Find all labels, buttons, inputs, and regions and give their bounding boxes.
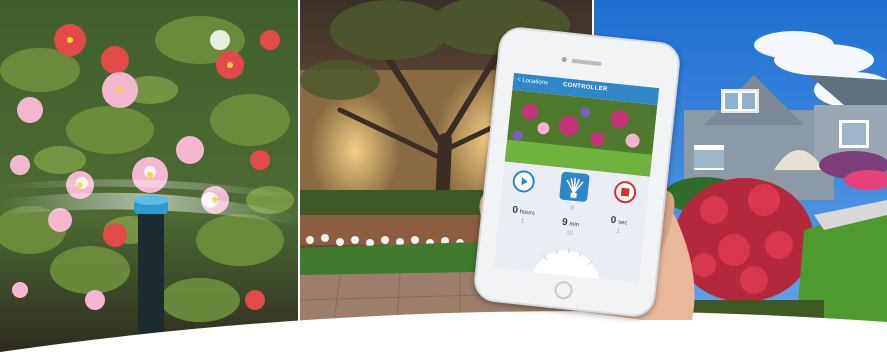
app-title: CONTROLLER [562, 82, 608, 93]
play-icon [521, 177, 528, 186]
speaker-slot [571, 58, 602, 66]
sec-label: sec [617, 219, 628, 227]
hours-label: hours [519, 209, 535, 217]
home-button[interactable] [553, 280, 574, 301]
banner-collage: < Locations CONTROLLER 0hours 1 8 9min 1… [0, 0, 887, 355]
sec-column[interactable]: 0sec 1 [598, 209, 640, 238]
hours-above [505, 199, 545, 203]
min-value: 9 [561, 216, 569, 229]
sprinkler-button[interactable] [559, 171, 590, 203]
min-above: 8 [570, 205, 575, 212]
sec-below: 1 [616, 228, 620, 235]
stop-icon [620, 187, 630, 197]
sec-above [600, 209, 640, 213]
garden-thumbnail [504, 89, 658, 177]
camera-dot [561, 56, 567, 63]
bottom-wave [0, 311, 887, 355]
min-below: 10 [565, 230, 574, 237]
hours-value: 0 [511, 204, 519, 217]
hours-below: 1 [520, 218, 525, 225]
play-button[interactable] [511, 169, 536, 194]
back-link[interactable]: < Locations [517, 77, 548, 86]
min-column[interactable]: 8 9min 10 [549, 204, 592, 240]
min-label: min [569, 221, 580, 229]
sun-gauge-icon [530, 247, 601, 284]
stop-button[interactable] [613, 180, 638, 205]
phone-body: < Locations CONTROLLER 0hours 1 8 9min 1… [472, 25, 682, 319]
smartphone: < Locations CONTROLLER 0hours 1 8 9min 1… [472, 25, 682, 319]
app-screen: < Locations CONTROLLER 0hours 1 8 9min 1… [493, 72, 660, 284]
sprinkler-icon [566, 177, 584, 199]
hours-column[interactable]: 0hours 1 [502, 199, 544, 228]
sec-value: 0 [610, 214, 617, 227]
